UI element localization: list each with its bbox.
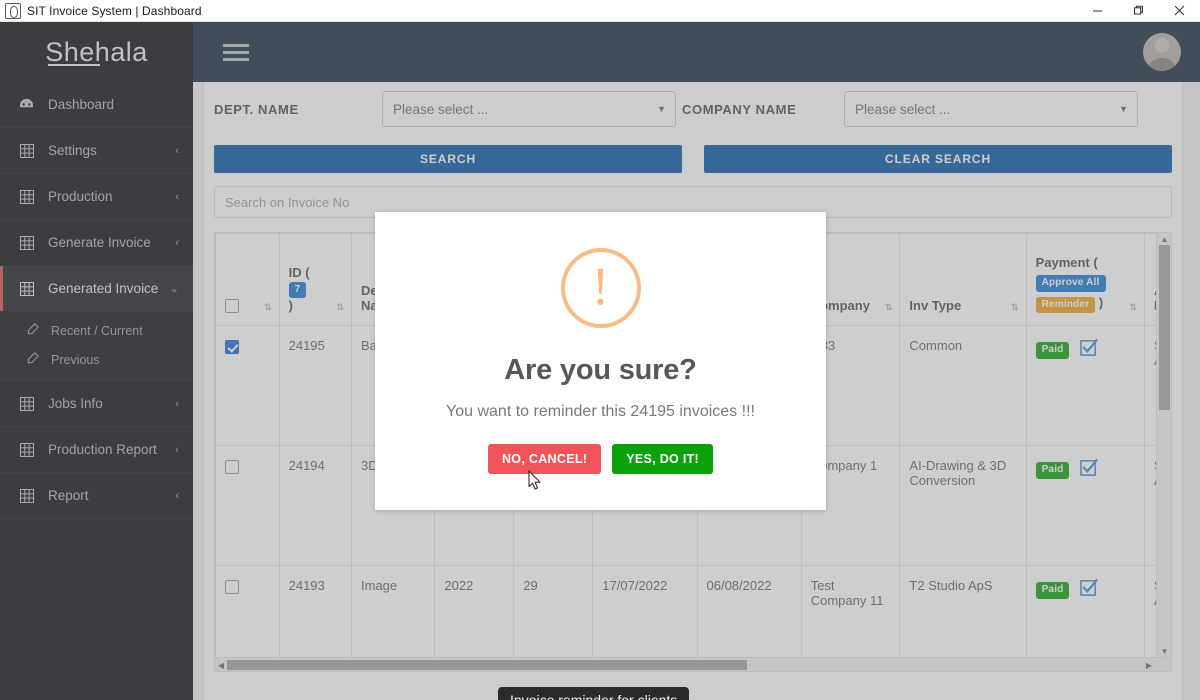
confirm-button[interactable]: YES, DO IT! [612,444,713,474]
app-icon [5,2,21,19]
maximize-icon[interactable] [1118,0,1159,22]
dialog-actions: NO, CANCEL! YES, DO IT! [487,444,713,474]
app-shell: Shehala Dashboard Settings ‹ Production … [0,22,1200,700]
tooltip: Invoice reminder for clients [498,687,690,700]
window-titlebar: SIT Invoice System | Dashboard [0,0,1200,22]
window-controls [1077,0,1200,22]
dialog-title: Are you sure? [504,354,697,386]
dialog-message: You want to reminder this 24195 invoices… [446,403,755,420]
close-icon[interactable] [1159,0,1200,22]
cancel-button[interactable]: NO, CANCEL! [487,444,602,474]
warning-exclamation: ! [591,256,610,316]
confirm-dialog: ! Are you sure? You want to reminder thi… [375,212,826,510]
warning-icon: ! [560,248,641,328]
window-title: SIT Invoice System | Dashboard [27,3,202,18]
minimize-icon[interactable] [1077,0,1118,22]
